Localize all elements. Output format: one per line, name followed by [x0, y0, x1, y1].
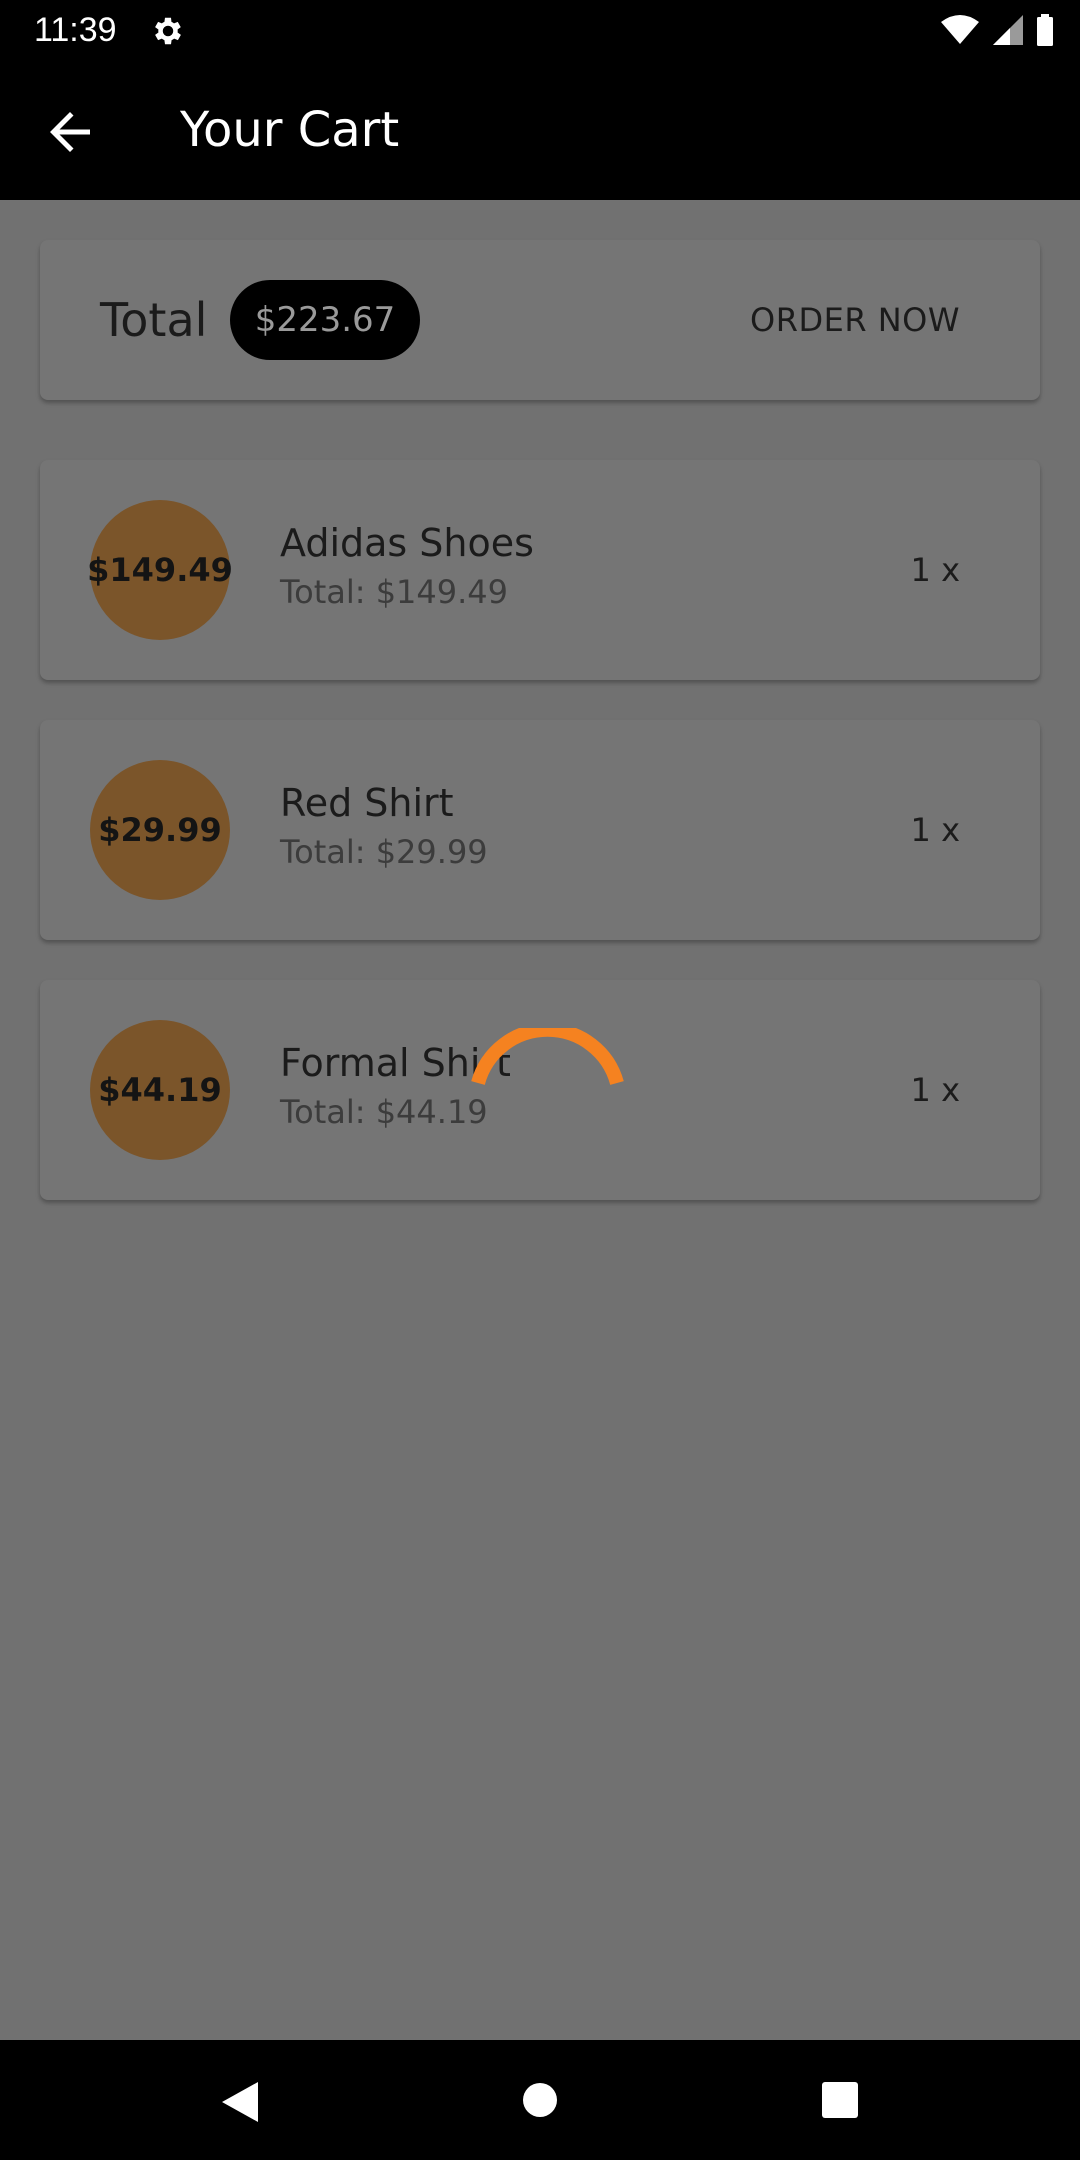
nav-home-icon[interactable] [522, 2082, 558, 2118]
status-time: 11:39 [34, 11, 117, 49]
price-circle: $44.19 [90, 1020, 230, 1160]
item-name: Adidas Shoes [280, 521, 534, 565]
order-now-button[interactable]: ORDER NOW [750, 288, 960, 352]
status-indicators [940, 12, 1054, 48]
gear-icon [155, 17, 181, 45]
item-total: Total: $44.19 [280, 1093, 488, 1131]
total-label: Total [100, 293, 208, 347]
page-title: Your Cart [180, 102, 400, 158]
cart-summary-card: Total $223.67 ORDER NOW [40, 240, 1040, 400]
signal-icon [993, 15, 1023, 45]
item-quantity: 1 x [910, 811, 960, 849]
total-amount-badge: $223.67 [230, 280, 420, 360]
cart-item[interactable]: $149.49 Adidas Shoes Total: $149.49 1 x [40, 460, 1040, 680]
nav-recents-icon[interactable] [822, 2082, 858, 2118]
system-nav-bar [0, 2040, 1080, 2160]
nav-back-icon[interactable] [218, 2078, 262, 2126]
item-total: Total: $29.99 [280, 833, 488, 871]
item-total: Total: $149.49 [280, 573, 509, 611]
app-bar: Your Cart [0, 60, 1080, 200]
item-quantity: 1 x [910, 1071, 960, 1109]
cart-item[interactable]: $29.99 Red Shirt Total: $29.99 1 x [40, 720, 1040, 940]
price-circle: $149.49 [87, 500, 233, 640]
item-name: Red Shirt [280, 781, 454, 825]
status-bar: 11:39 [0, 0, 1080, 60]
back-arrow-icon[interactable] [40, 102, 100, 162]
price-circle: $29.99 [90, 760, 230, 900]
wifi-icon [941, 15, 979, 44]
loading-spinner-icon [471, 1028, 624, 1085]
battery-icon [1037, 14, 1053, 46]
item-quantity: 1 x [910, 551, 960, 589]
